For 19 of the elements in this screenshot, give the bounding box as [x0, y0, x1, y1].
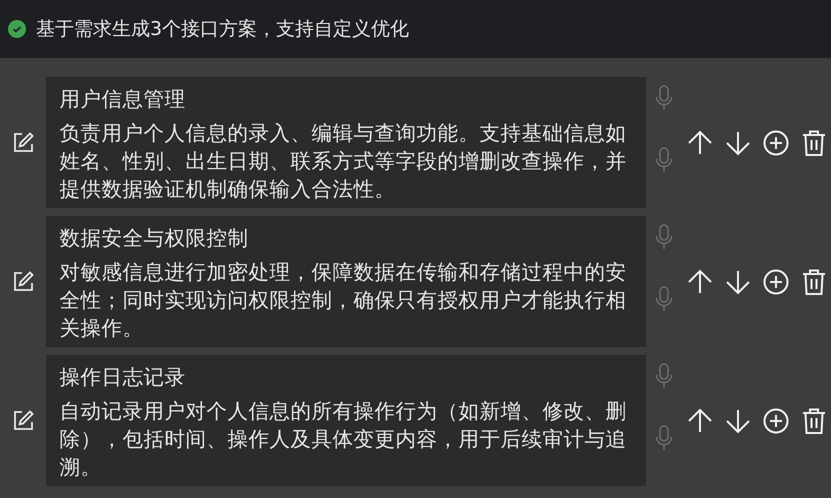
add-icon[interactable] — [763, 408, 789, 434]
add-icon[interactable] — [763, 130, 789, 156]
add-icon[interactable] — [763, 268, 789, 294]
status-message: 基于需求生成3个接口方案，支持自定义优化 — [36, 16, 410, 42]
description-field[interactable]: 自动记录用户对个人信息的所有操作行为（如新增、修改、删除），包括时间、操作人及具体变更内容，用于后续审计与追溯。 — [60, 397, 634, 481]
title-field[interactable]: 用户信息管理 — [60, 85, 632, 113]
delete-icon[interactable] — [802, 130, 826, 156]
description-field[interactable]: 负责用户个人信息的录入、编辑与查询功能。支持基础信息如姓名、性别、出生日期、联系方式等字段的增删改查操作，并提供数据验证机制确保输入合法性。 — [60, 119, 634, 203]
arrow-up-icon[interactable] — [687, 408, 713, 434]
delete-icon[interactable] — [802, 268, 826, 294]
arrow-down-icon[interactable] — [725, 408, 751, 434]
arrow-up-icon[interactable] — [687, 130, 713, 156]
title-field[interactable]: 数据安全与权限控制 — [60, 224, 632, 252]
arrow-down-icon[interactable] — [725, 268, 751, 294]
description-field[interactable]: 对敏感信息进行加密处理，保障数据在传输和存储过程中的安全性；同时实现访问权限控制，确保只有授权用户才能执行相关操作。 — [60, 258, 634, 342]
arrow-down-icon[interactable] — [725, 130, 751, 156]
arrow-up-icon[interactable] — [687, 268, 713, 294]
delete-icon[interactable] — [802, 408, 826, 434]
title-field[interactable]: 操作日志记录 — [60, 363, 632, 391]
